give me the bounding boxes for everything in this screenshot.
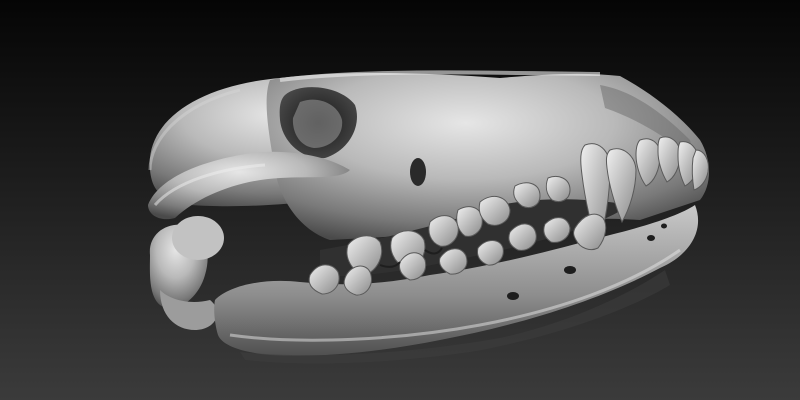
mental-foramen bbox=[564, 266, 576, 274]
mental-foramen bbox=[647, 235, 655, 241]
skull-render bbox=[148, 70, 709, 364]
render-viewport bbox=[0, 0, 800, 400]
mental-foramen bbox=[507, 292, 519, 300]
infraorbital-foramen bbox=[410, 158, 426, 186]
mental-foramen bbox=[661, 223, 667, 229]
